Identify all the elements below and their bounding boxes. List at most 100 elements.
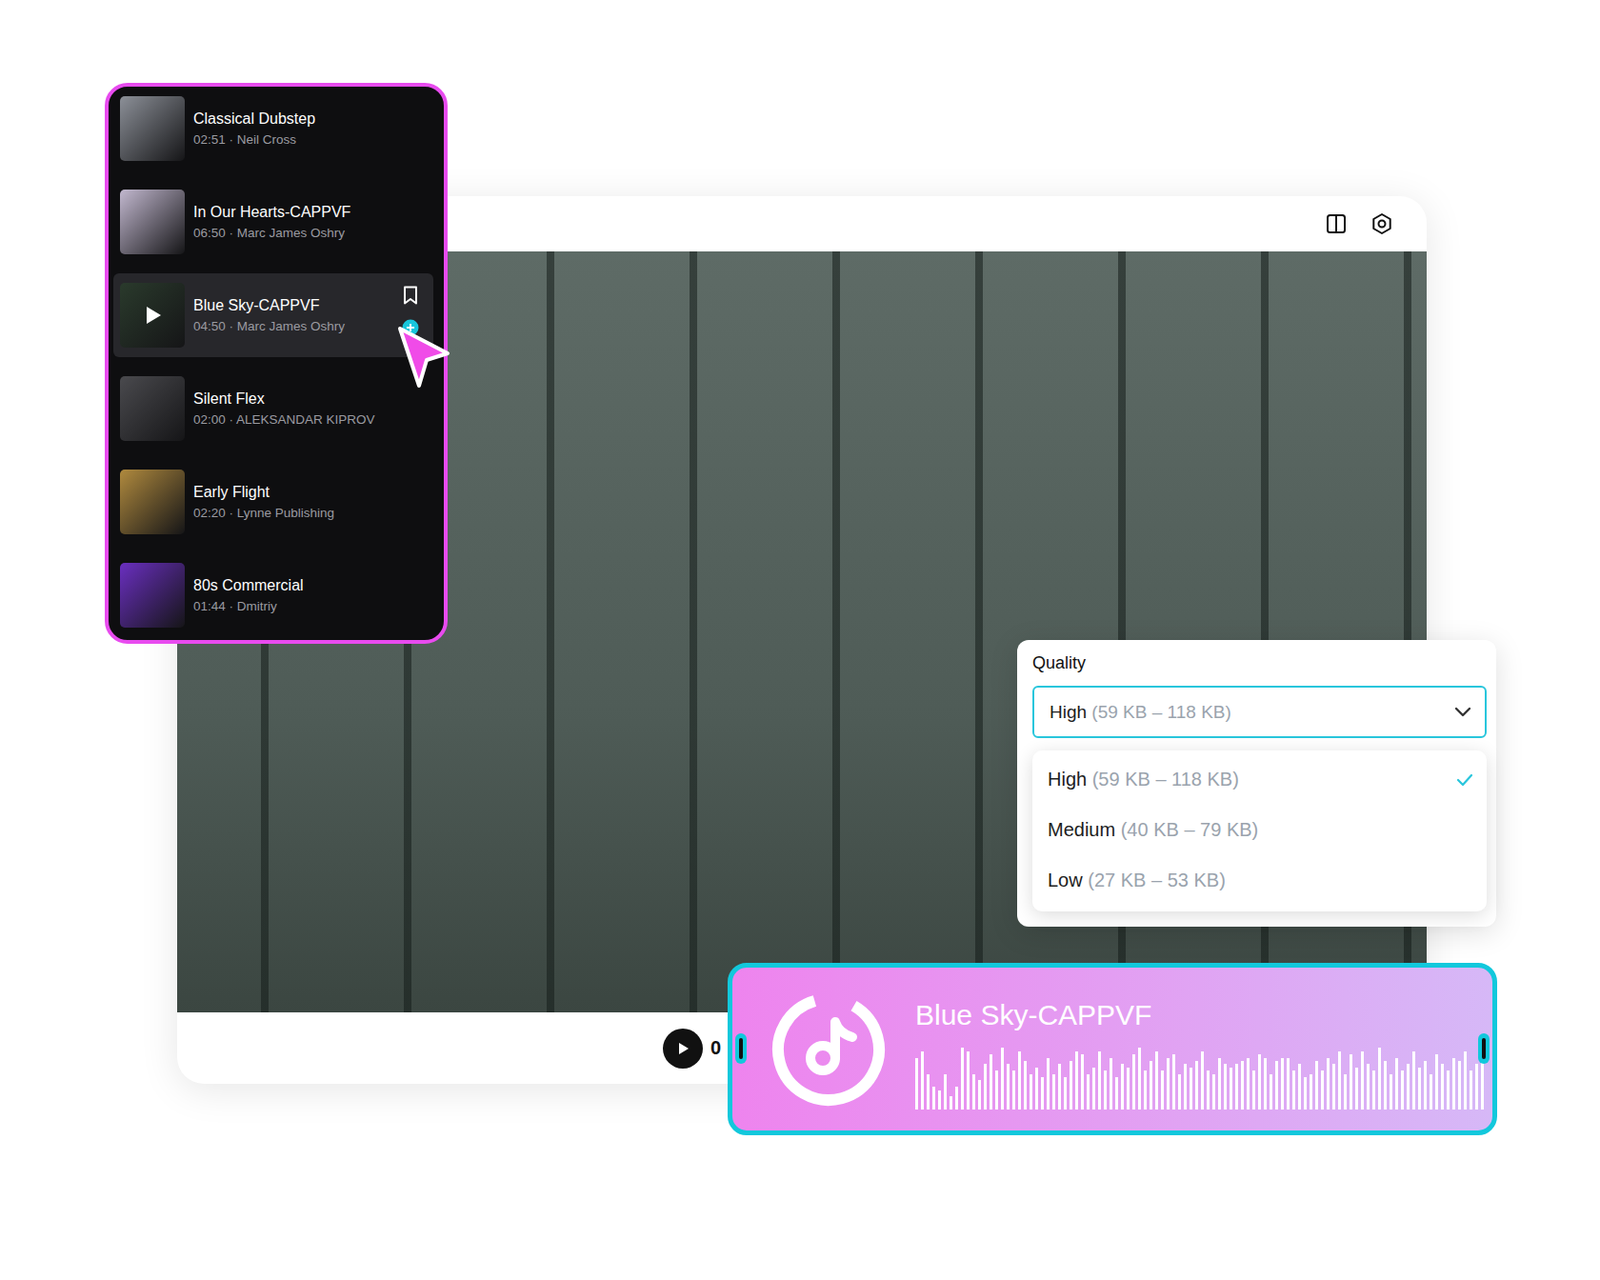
waveform-bar <box>1406 1063 1410 1110</box>
waveform-bar <box>938 1090 941 1110</box>
gear-icon[interactable] <box>1370 212 1394 236</box>
waveform-bar <box>1138 1047 1141 1110</box>
quality-option[interactable]: Low (27 KB – 53 KB) <box>1032 855 1487 906</box>
waveform-bar <box>978 1080 981 1110</box>
track-thumbnail <box>120 96 185 161</box>
waveform-bar <box>1172 1054 1176 1110</box>
waveform-bar <box>1023 1060 1027 1110</box>
track-info: Blue Sky-CAPPVF04:50 · Marc James Oshry <box>193 297 345 334</box>
waveform-bar <box>1372 1070 1376 1110</box>
track-thumbnail <box>120 189 185 255</box>
quality-select[interactable]: High (59 KB – 118 KB) <box>1032 685 1487 739</box>
waveform-bar <box>949 1096 953 1110</box>
waveform-bar <box>1292 1070 1296 1110</box>
waveform-bar <box>920 1051 924 1110</box>
track-row[interactable]: Classical Dubstep02:51 · Neil Cross <box>113 86 434 171</box>
waveform-bar <box>1395 1058 1399 1110</box>
handle-grip <box>1481 1038 1486 1060</box>
waveform-bar <box>1389 1074 1393 1110</box>
check-icon <box>1456 773 1474 787</box>
waveform-bar <box>1178 1074 1181 1110</box>
waveform-bar <box>926 1074 930 1110</box>
waveform-bar <box>1378 1047 1381 1110</box>
waveform-bar <box>1069 1060 1073 1110</box>
track-info: Classical Dubstep02:51 · Neil Cross <box>193 110 316 147</box>
waveform-bar <box>960 1047 964 1110</box>
waveform-bar <box>1120 1063 1124 1110</box>
cursor-icon <box>396 324 454 392</box>
waveform-bar <box>983 1063 987 1110</box>
track-row[interactable]: Early Flight02:20 · Lynne Publishing <box>113 460 434 544</box>
waveform-bar <box>1326 1058 1330 1110</box>
option-range: (27 KB – 53 KB) <box>1087 869 1226 891</box>
waveform-bar <box>1309 1074 1313 1110</box>
waveform-bar <box>1366 1063 1370 1110</box>
waveform-bar <box>1223 1063 1227 1110</box>
track-info: Early Flight02:20 · Lynne Publishing <box>193 483 335 520</box>
waveform-bar <box>1160 1070 1164 1110</box>
track-meta: 04:50 · Marc James Oshry <box>193 319 345 334</box>
clip-info: Blue Sky-CAPPVF <box>915 989 1493 1110</box>
waveform-bar <box>1286 1058 1290 1110</box>
track-row[interactable]: In Our Hearts-CAPPVF06:50 · Marc James O… <box>113 180 434 264</box>
waveform <box>915 1044 1493 1110</box>
track-row[interactable]: Silent Flex02:00 · ALEKSANDAR KIPROV <box>113 366 434 451</box>
waveform-bar <box>1103 1070 1107 1110</box>
track-thumbnail <box>120 376 185 441</box>
trim-handle[interactable] <box>1478 1033 1490 1064</box>
chevron-down-icon <box>1454 706 1472 719</box>
waveform-bar <box>1480 1058 1484 1110</box>
option-text: Low (27 KB – 53 KB) <box>1047 869 1226 892</box>
play-icon[interactable] <box>141 304 163 326</box>
waveform-bar <box>1006 1063 1010 1110</box>
track-info: Silent Flex02:00 · ALEKSANDAR KIPROV <box>193 390 376 427</box>
waveform-bar <box>1035 1067 1039 1110</box>
quality-label: Quality <box>1032 653 1487 675</box>
waveform-bar <box>1469 1070 1473 1110</box>
quality-option[interactable]: High (59 KB – 118 KB) <box>1032 754 1487 805</box>
track-row[interactable]: Blue Sky-CAPPVF04:50 · Marc James Oshry <box>113 273 434 358</box>
waveform-bar <box>1155 1051 1159 1110</box>
trim-handle[interactable] <box>735 1033 747 1064</box>
playback-time: 0 <box>710 1037 721 1060</box>
waveform-bar <box>1235 1063 1239 1110</box>
option-text: Medium (40 KB – 79 KB) <box>1047 819 1259 841</box>
waveform-bar <box>932 1086 936 1110</box>
waveform-bar <box>1475 1063 1479 1110</box>
waveform-bar <box>995 1070 999 1110</box>
track-meta: 02:00 · ALEKSANDAR KIPROV <box>193 412 376 427</box>
waveform-bar <box>1355 1067 1359 1110</box>
waveform-bar <box>1246 1058 1250 1110</box>
quality-option[interactable]: Medium (40 KB – 79 KB) <box>1032 804 1487 856</box>
waveform-bar <box>1303 1077 1307 1110</box>
waveform-bar <box>1115 1077 1119 1110</box>
waveform-bar <box>1206 1070 1210 1110</box>
track-meta: 06:50 · Marc James Oshry <box>193 225 351 240</box>
quality-options: High (59 KB – 118 KB) Medium (40 KB – 79 … <box>1032 750 1487 912</box>
waveform-bar <box>915 1058 919 1110</box>
waveform-bar <box>1183 1063 1187 1110</box>
clip-title: Blue Sky-CAPPVF <box>915 999 1493 1032</box>
bookmark-icon[interactable] <box>401 285 420 305</box>
play-button[interactable] <box>662 1028 703 1069</box>
panel-icon[interactable] <box>1325 213 1347 235</box>
waveform-bar <box>1320 1070 1324 1110</box>
track-info: 80s Commercial01:44 · Dmitriy <box>193 577 304 614</box>
waveform-bar <box>1046 1058 1050 1110</box>
option-text: High (59 KB – 118 KB) <box>1047 768 1240 791</box>
option-range: (59 KB – 118 KB) <box>1092 768 1240 790</box>
waveform-bar <box>1298 1063 1301 1110</box>
track-row[interactable]: 80s Commercial01:44 · Dmitriy <box>113 553 434 638</box>
waveform-bar <box>1080 1054 1084 1110</box>
waveform-bar <box>1143 1070 1147 1110</box>
quality-panel: QualityHigh (59 KB – 118 KB)High (59 KB … <box>1017 640 1497 927</box>
waveform-bar <box>943 1074 947 1110</box>
handle-grip <box>739 1038 743 1060</box>
option-label: Low <box>1047 869 1083 891</box>
audio-clip[interactable]: Blue Sky-CAPPVF <box>727 962 1498 1136</box>
option-label: Medium <box>1047 819 1116 840</box>
waveform-bar <box>1212 1074 1216 1110</box>
waveform-bar <box>1109 1058 1113 1110</box>
waveform-bar <box>1058 1063 1061 1110</box>
track-thumbnail <box>120 282 185 348</box>
